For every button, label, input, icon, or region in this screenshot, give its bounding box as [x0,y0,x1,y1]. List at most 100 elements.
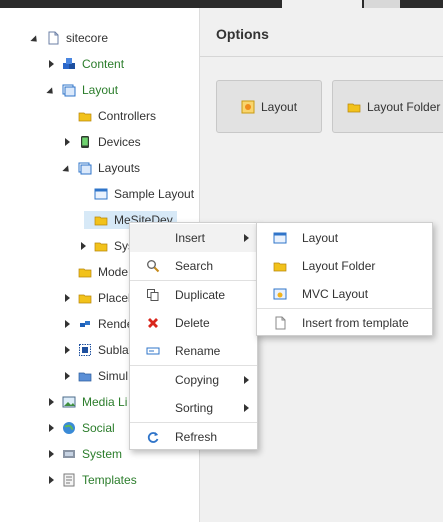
tree-item-label: sitecore [66,31,109,45]
menu-item-label: Search [175,259,214,273]
expand-arrow-icon[interactable] [46,59,56,69]
tree-item-content[interactable]: Content [46,53,124,75]
tree-item-models[interactable]: Mode [72,261,128,283]
document-icon [48,31,59,45]
tree-item-renderings[interactable]: Rende [62,313,133,335]
top-tab-active[interactable] [282,0,362,8]
expand-arrow-icon[interactable] [46,85,56,97]
tree-item-simulators[interactable]: Simul [62,365,128,387]
submenu-item-mvc-layout[interactable]: MVC Layout [257,280,432,308]
tree-item-placeholder-settings[interactable]: Placeh [62,287,135,309]
menu-item-rename[interactable]: Rename [130,337,257,365]
tree-item-sys[interactable]: Sys [78,235,134,257]
cubes-icon [63,58,75,69]
tree-item-label: Social [82,421,115,435]
expand-arrow-icon[interactable] [62,319,72,329]
folder-icon [78,112,92,122]
refresh-icon [147,432,159,443]
expand-arrow-icon[interactable] [62,137,72,147]
insert-layout-label: Layout [261,99,298,114]
menu-item-duplicate[interactable]: Duplicate [130,281,257,309]
submenu-item-insert-from-template[interactable]: Insert from template [257,309,432,337]
context-menu: Insert Search Duplicate Delete Rename Co… [129,222,258,450]
tree-item-label: System [82,447,123,461]
submenu-item-label: Layout [302,231,339,245]
globe-icon [63,422,75,434]
options-divider [200,56,443,57]
expand-arrow-icon[interactable] [46,475,56,485]
insert-layout-button[interactable]: Layout [216,80,322,133]
submenu-item-layout[interactable]: Layout [257,224,432,252]
blank-document-icon [275,316,286,330]
rename-icon [146,347,160,355]
menu-item-refresh[interactable]: Refresh [130,423,257,451]
tree-item-label: Layout [82,83,119,97]
tree-item-templates[interactable]: Templates [46,469,137,491]
expand-arrow-icon[interactable] [46,423,56,433]
folder-icon [94,242,108,252]
folder-icon [94,216,108,226]
layout-icon [241,100,255,113]
top-tab[interactable] [364,0,400,8]
menu-item-label: Rename [175,344,221,358]
tree-item-controllers[interactable]: Controllers [72,105,156,127]
mvc-layout-icon [273,288,287,300]
expand-arrow-icon[interactable] [62,371,72,381]
duplicate-icon [147,289,159,301]
expand-arrow-icon[interactable] [46,449,56,459]
tree-item-label: Media Li [82,395,128,409]
submenu-item-label: Insert from template [302,316,409,330]
tree-item-system[interactable]: System [46,443,122,465]
tree-item-devices[interactable]: Devices [62,131,141,153]
expand-arrow-icon[interactable] [30,33,40,45]
submenu-item-label: Layout Folder [302,259,376,273]
menu-item-label: Insert [175,231,206,245]
folder-icon [78,294,92,304]
blocks-icon [80,321,90,327]
expand-arrow-icon[interactable] [62,345,72,355]
tree-item-social[interactable]: Social [46,417,115,439]
options-title: Options [216,26,269,42]
submenu-arrow-icon [244,376,249,384]
menu-item-label: Copying [175,373,220,387]
top-bar [0,0,443,8]
layout-window-icon [62,84,76,97]
image-icon [62,396,76,408]
insert-layout-folder-label: Layout Folder [367,99,441,114]
window-icon [273,232,287,244]
menu-item-insert[interactable]: Insert [130,224,257,252]
phone-icon [81,136,89,148]
insert-layout-folder-button[interactable]: Layout Folder [332,80,443,133]
menu-item-delete[interactable]: Delete [130,309,257,337]
search-icon [147,260,160,273]
menu-item-sorting[interactable]: Sorting [130,394,257,422]
tree-item-sitecore[interactable]: sitecore [30,27,108,49]
expand-arrow-icon[interactable] [62,163,72,175]
expand-arrow-icon[interactable] [46,397,56,407]
template-icon [63,473,75,487]
sublayout-icon [79,344,91,356]
folder-icon [347,103,361,112]
delete-icon [148,318,158,328]
tree-item-layout[interactable]: Layout [46,79,118,101]
submenu-arrow-icon [244,234,249,242]
menu-item-label: Delete [175,316,210,330]
menu-item-copying[interactable]: Copying [130,366,257,394]
tree-item-sample-layout[interactable]: Sample Layout [88,183,194,205]
expand-arrow-icon[interactable] [78,241,88,251]
expand-arrow-icon[interactable] [62,293,72,303]
submenu-arrow-icon [244,404,249,412]
submenu-item-label: MVC Layout [302,287,369,301]
menu-item-label: Refresh [175,430,218,444]
tree-item-layouts[interactable]: Layouts [62,157,140,179]
submenu-item-layout-folder[interactable]: Layout Folder [257,252,432,280]
gears-icon [63,450,75,458]
tree-item-label: Templates [82,473,137,487]
tree-item-label: Simul [98,369,129,383]
tree-item-label: Mode [98,265,129,279]
folder-blue-icon [78,372,92,382]
tree-item-sublayouts[interactable]: Sublay [62,339,135,361]
layout-window-icon [78,162,92,175]
menu-item-search[interactable]: Search [130,252,257,280]
tree-item-media-library[interactable]: Media Li [46,391,127,413]
